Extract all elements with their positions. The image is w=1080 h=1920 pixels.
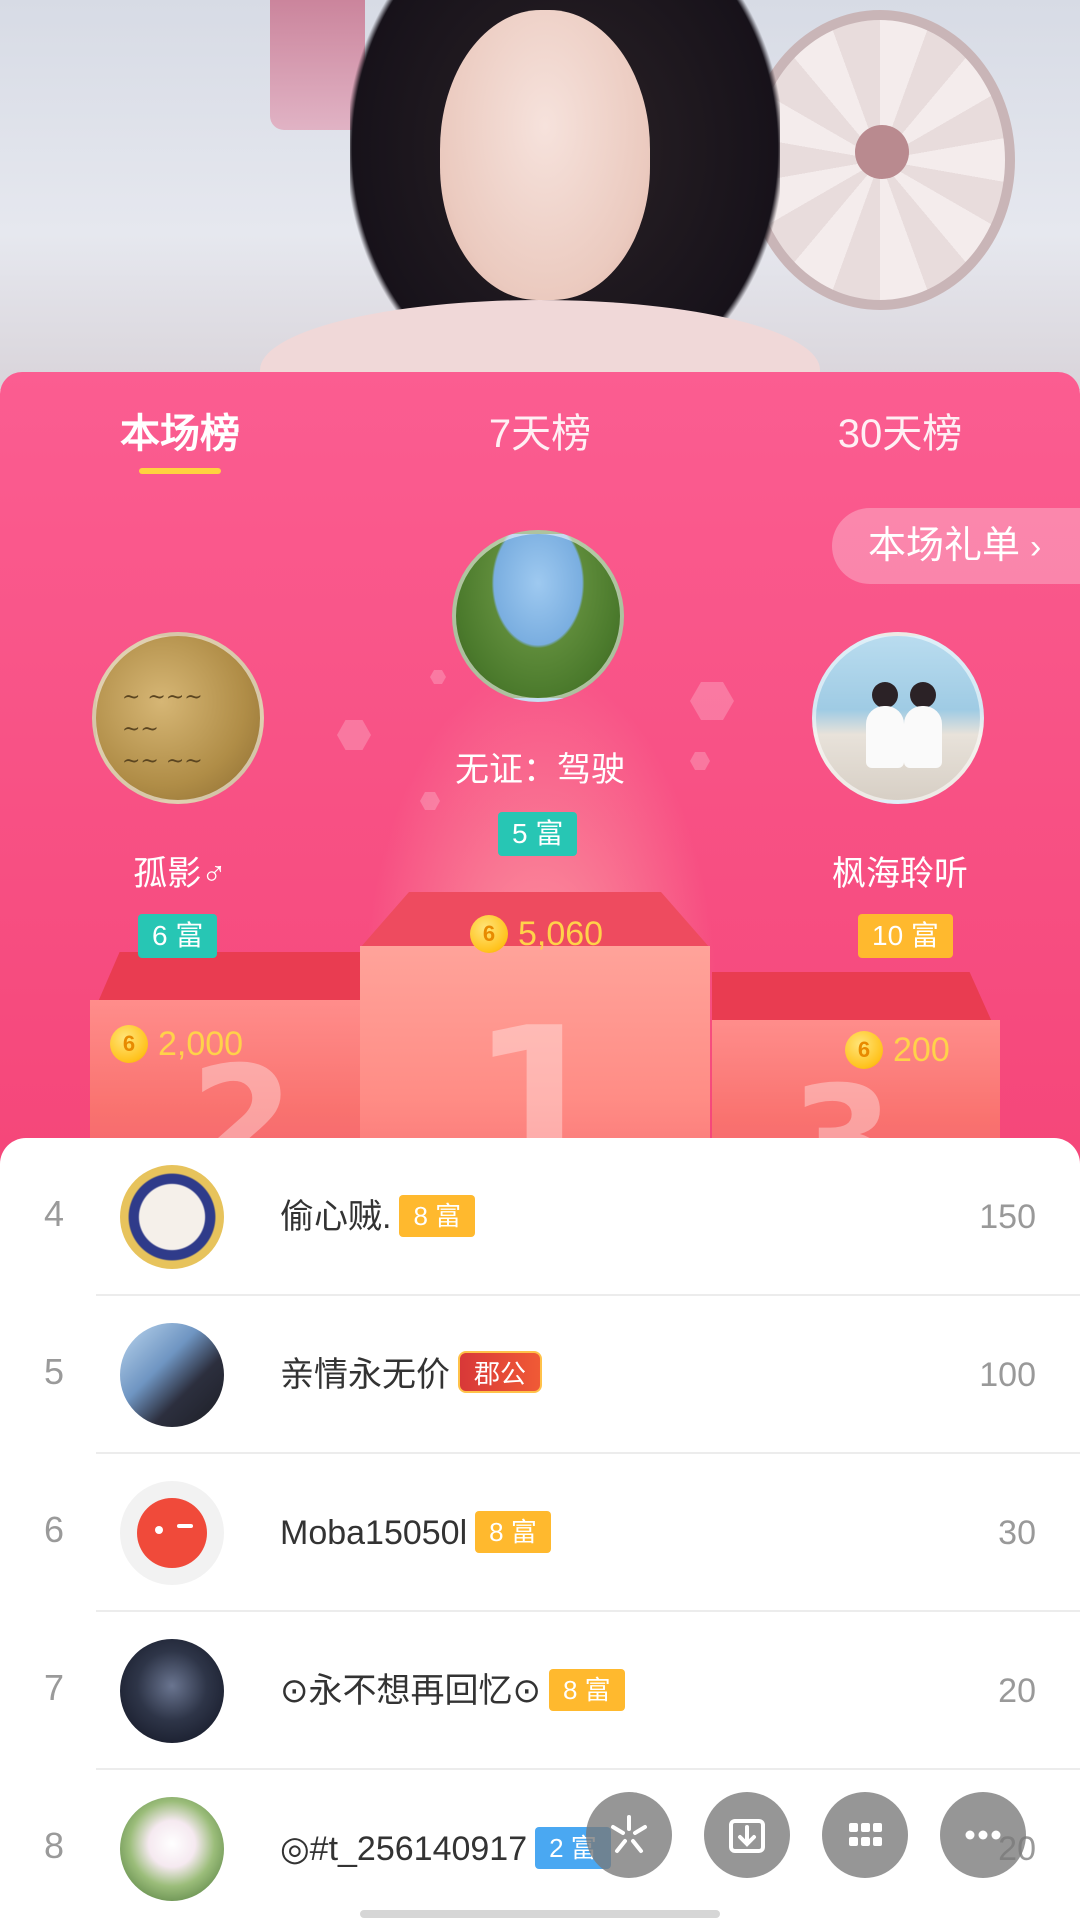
third-place-avatar[interactable] (812, 632, 984, 804)
podium-third-top (712, 972, 992, 1022)
user-avatar[interactable] (120, 1165, 224, 1269)
user-avatar[interactable] (120, 1323, 224, 1427)
grid-menu-button[interactable] (822, 1792, 908, 1878)
wealth-badge: 8 富 (548, 1669, 625, 1711)
second-place-wealth-badge: 6 富 (138, 914, 218, 958)
list-rank: 8 (43, 1825, 65, 1866)
podium: 2 3 1 无证：驾驶 5 富 65,060 ~ ~~~ ~~~~ ~~ 孤影♂… (0, 372, 1080, 1262)
second-place-avatar[interactable]: ~ ~~~ ~~ ~~ ~~ (92, 632, 264, 804)
list-rank: 6 (43, 1509, 65, 1550)
contribution-value: 20 (998, 1672, 1036, 1710)
coin-icon: 6 (110, 1025, 148, 1064)
more-button[interactable] (940, 1792, 1026, 1878)
avatar-figure (866, 706, 904, 768)
second-place-name: 孤影♂ (133, 855, 227, 893)
first-place-name: 无证：驾驶 (455, 751, 625, 789)
user-avatar[interactable] (120, 1639, 224, 1743)
user-avatar[interactable] (120, 1481, 224, 1585)
grid-icon (849, 1823, 882, 1846)
user-name: ⊙永不想再回忆⊙ 8 富 (280, 1667, 625, 1715)
user-name: ◎#t_256140917 2 富 (280, 1825, 611, 1873)
third-place-name: 枫海聆听 (832, 855, 968, 893)
contribution-value: 100 (979, 1356, 1036, 1394)
ranking-list: 4 偷心贼. 8 富 150 5 亲情永无价 郡公 100 6 Moba15050l… (0, 1138, 1080, 1920)
avatar-figure (910, 682, 936, 708)
second-place-score: 6 2,000 (110, 1022, 243, 1066)
download-icon (729, 1819, 765, 1853)
wealth-badge: 8 富 (399, 1195, 476, 1237)
list-rank: 5 (43, 1351, 65, 1392)
list-item[interactable]: 6 Moba15050l 8 富 30 (0, 1454, 1080, 1612)
user-name: 亲情永无价 郡公 (280, 1351, 543, 1399)
list-item[interactable]: 4 偷心贼. 8 富 150 (0, 1138, 1080, 1296)
noble-badge: 郡公 (458, 1351, 543, 1393)
user-name: Moba15050l 8 富 (280, 1509, 551, 1557)
avatar-figure (904, 706, 942, 768)
avatar-figure (872, 682, 898, 708)
download-button[interactable] (704, 1792, 790, 1878)
list-item[interactable]: 7 ⊙永不想再回忆⊙ 8 富 20 (0, 1612, 1080, 1770)
wealth-badge: 8 富 (475, 1511, 551, 1553)
streamer-face (440, 10, 650, 300)
more-icon (965, 1830, 1001, 1840)
chevron-right-icon: › (1030, 528, 1042, 566)
list-rank: 4 (43, 1193, 65, 1234)
gift-list-label: 本场礼单 (868, 525, 1021, 567)
coin-icon: 6 (470, 915, 508, 954)
first-place-avatar[interactable] (452, 530, 624, 702)
first-place-wealth-badge: 5 富 (498, 812, 578, 856)
share-button[interactable] (586, 1792, 672, 1878)
first-place-score: 6 5,060 (470, 912, 603, 956)
podium-second-top (98, 952, 368, 1002)
coin-icon: 6 (845, 1031, 883, 1070)
user-avatar[interactable] (120, 1797, 224, 1901)
default-avatar-icon (137, 1498, 207, 1568)
fan-hub (855, 125, 909, 179)
user-name: 偷心贼. 8 富 (280, 1193, 476, 1241)
list-item[interactable]: 8 ◎#t_2561409172 富 20 (0, 1770, 1080, 1920)
share-icon (611, 1815, 647, 1853)
home-indicator (360, 1910, 720, 1918)
live-video-area (0, 0, 1080, 390)
handwriting-scribble: ~ ~~~ ~~ ~~ ~~ (122, 685, 203, 774)
list-rank: 7 (43, 1667, 65, 1708)
contribution-value: 150 (979, 1198, 1036, 1236)
list-item[interactable]: 5 亲情永无价 郡公 100 (0, 1296, 1080, 1454)
third-place-wealth-badge: 10 富 (858, 914, 953, 958)
gift-list-button[interactable]: 本场礼单 › (832, 508, 1080, 584)
third-place-score: 6 200 (845, 1028, 950, 1072)
contribution-value: 30 (998, 1514, 1036, 1552)
